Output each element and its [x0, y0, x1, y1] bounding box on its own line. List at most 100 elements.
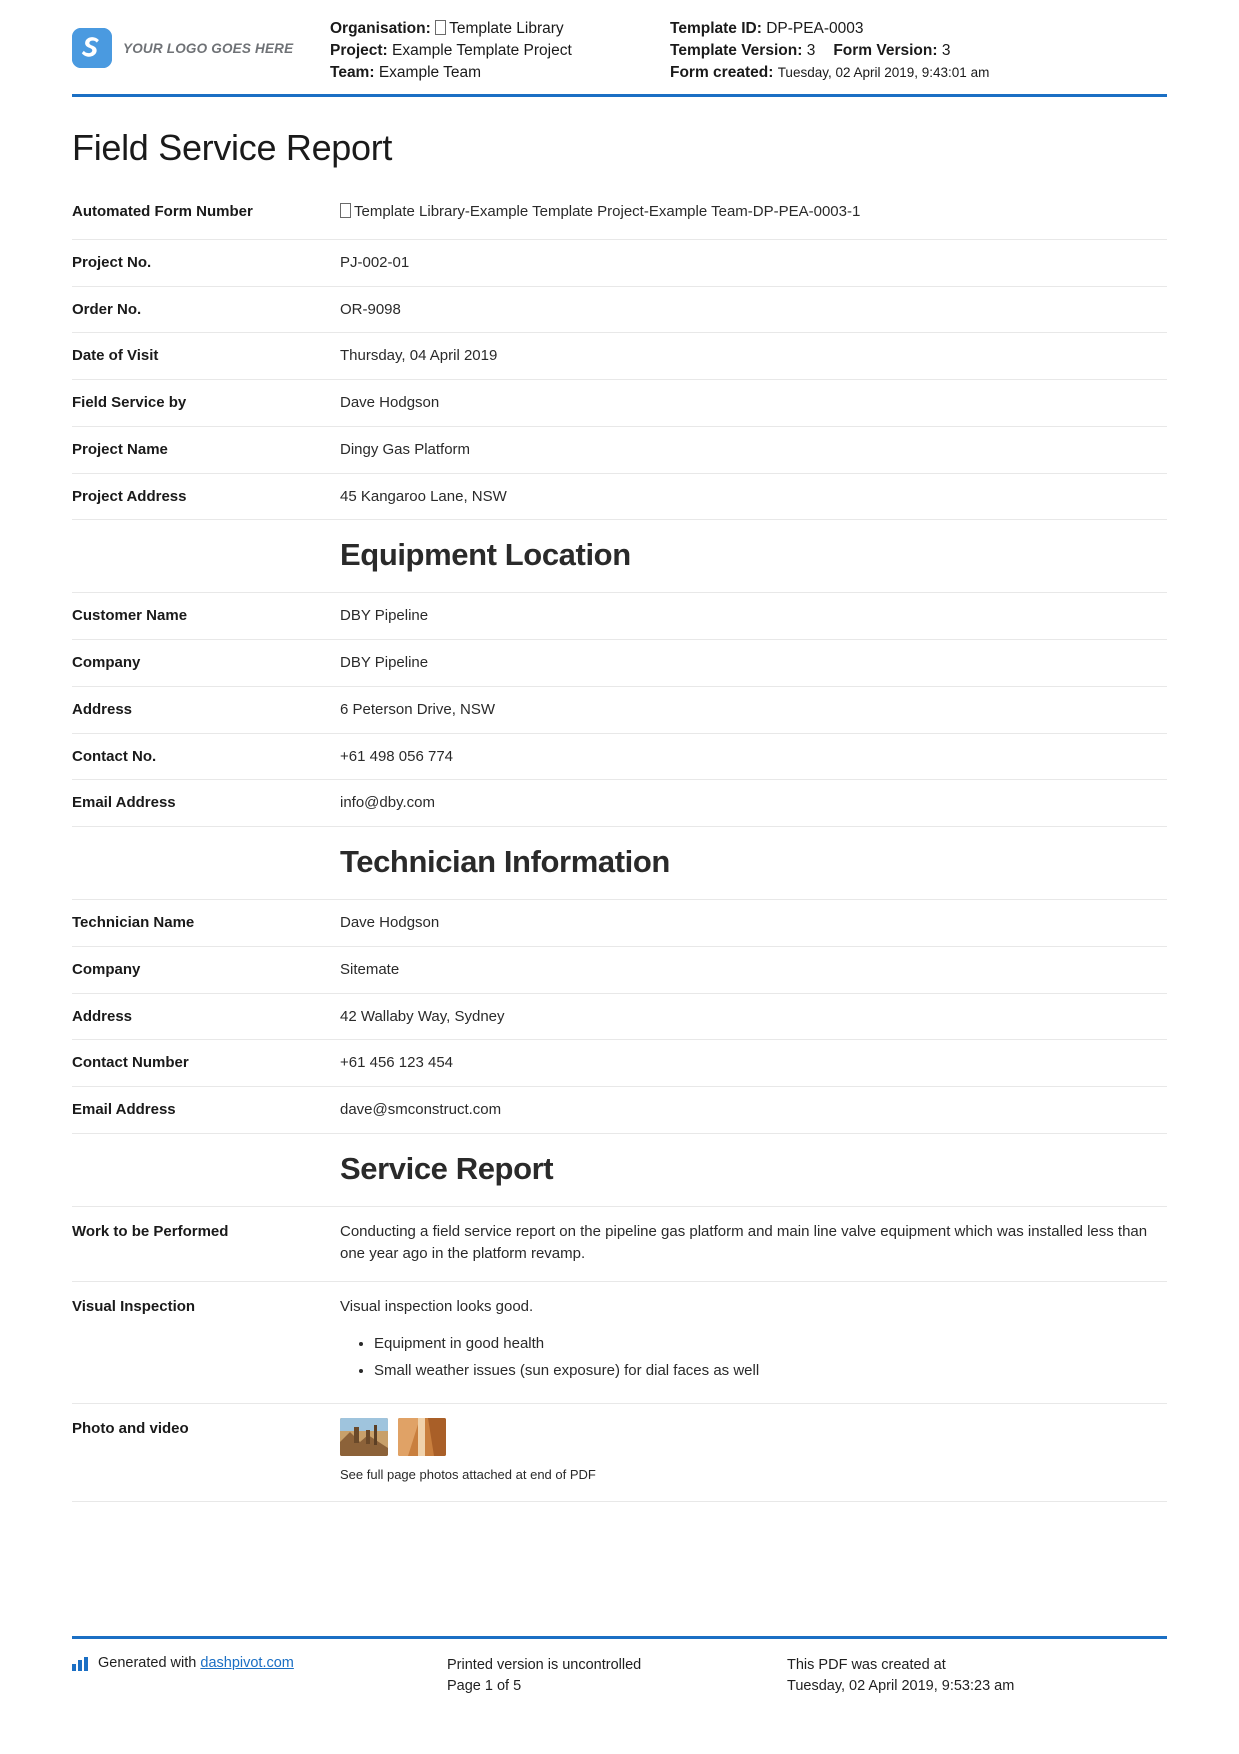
field-value: +61 498 056 774 — [340, 747, 454, 765]
table-row: Company DBY Pipeline — [72, 640, 1167, 687]
field-label: Contact No. — [72, 747, 157, 765]
table-row: Project Address 45 Kangaroo Lane, NSW — [72, 473, 1167, 520]
header-meta-left: Organisation: Template Library Project: … — [330, 18, 670, 84]
project-line: Project: Example Template Project — [330, 40, 670, 62]
table-row: Automated Form Number Template Library-E… — [72, 187, 1167, 240]
table-row: Work to be Performed Conducting a field … — [72, 1207, 1167, 1282]
field-value: Conducting a field service report on the… — [340, 1223, 1148, 1262]
team-line: Team: Example Team — [330, 62, 670, 84]
table-row: Contact Number +61 456 123 454 — [72, 1040, 1167, 1087]
footer-page-number: Page 1 of 5 — [447, 1678, 522, 1695]
section-heading-row: Equipment Location — [72, 520, 1167, 593]
field-value: Dave Hodgson — [340, 914, 440, 932]
section-heading-spacer — [72, 520, 340, 593]
document-footer: Generated with dashpivot.com Printed ver… — [72, 1635, 1167, 1699]
photo-thumbnail[interactable] — [398, 1418, 446, 1457]
field-value: dave@smconstruct.com — [340, 1101, 502, 1119]
table-row: Project Name Dingy Gas Platform — [72, 426, 1167, 473]
form-version-value: 3 — [941, 42, 951, 59]
form-version-label: Form Version: — [833, 42, 938, 59]
dashpivot-link[interactable]: dashpivot.com — [200, 1655, 294, 1671]
document-header: YOUR LOGO GOES HERE Organisation: Templa… — [72, 0, 1167, 97]
table-row: Address 6 Peterson Drive, NSW — [72, 686, 1167, 734]
field-label: Company — [72, 960, 141, 978]
table-row: Email Address dave@smconstruct.com — [72, 1087, 1167, 1134]
field-label: Field Service by — [72, 394, 187, 411]
table-row: Photo and video See full page photos att… — [72, 1404, 1167, 1502]
visual-inspection-bullets: Equipment in good health Small weather i… — [340, 1333, 1167, 1381]
missing-glyph-icon — [435, 20, 447, 35]
section-heading-spacer — [72, 827, 340, 900]
field-value: PJ-002-01 — [340, 253, 410, 271]
field-value: DBY Pipeline — [340, 654, 429, 672]
field-label: Project No. — [72, 253, 152, 271]
field-label: Visual Inspection — [72, 1297, 196, 1315]
table-row: Date of Visit Thursday, 04 April 2019 — [72, 333, 1167, 380]
field-label: Project Name — [72, 440, 168, 458]
field-value: Visual inspection looks good. Equipment … — [340, 1281, 1167, 1404]
field-value: See full page photos attached at end of … — [340, 1404, 1167, 1502]
form-created-value: Tuesday, 02 April 2019, 9:43:01 am — [777, 65, 990, 80]
report-fields-table: Automated Form Number Template Library-E… — [72, 187, 1167, 1502]
footer-print-status: Printed version is uncontrolled Page 1 o… — [447, 1655, 787, 1699]
footer-generated-label: Generated with — [98, 1654, 197, 1671]
list-item: Small weather issues (sun exposure) for … — [374, 1360, 1167, 1381]
table-row: Customer Name DBY Pipeline — [72, 593, 1167, 640]
table-row: Order No. OR-9098 — [72, 286, 1167, 333]
field-label: Address — [72, 700, 133, 718]
document-page: YOUR LOGO GOES HERE Organisation: Templa… — [0, 0, 1239, 1754]
field-label: Technician Name — [72, 914, 195, 932]
footer-created-label: This PDF was created at — [787, 1656, 946, 1673]
organisation-label: Organisation: — [330, 20, 431, 37]
form-created-line: Form created: Tuesday, 02 April 2019, 9:… — [670, 62, 1167, 84]
photo-caption: See full page photos attached at end of … — [340, 1467, 596, 1483]
company-logo-icon — [72, 28, 112, 68]
footer-created-at: This PDF was created at Tuesday, 02 Apri… — [787, 1655, 1167, 1699]
field-label: Email Address — [72, 1101, 176, 1119]
organisation-line: Organisation: Template Library — [330, 18, 670, 40]
template-id-line: Template ID: DP-PEA-0003 — [670, 18, 1167, 40]
version-line: Template Version: 3 Form Version: 3 — [670, 40, 1167, 62]
field-value: Template Library-Example Template Projec… — [340, 187, 1167, 239]
bar-chart-icon — [72, 1656, 89, 1675]
form-created-label: Form created: — [670, 64, 774, 81]
field-label: Work to be Performed — [72, 1223, 229, 1241]
field-label: Address — [72, 1007, 133, 1025]
footer-uncontrolled-text: Printed version is uncontrolled — [447, 1656, 642, 1673]
footer-created-value: Tuesday, 02 April 2019, 9:53:23 am — [787, 1678, 1015, 1695]
template-id-value: DP-PEA-0003 — [766, 20, 864, 37]
field-label: Order No. — [72, 300, 142, 318]
section-title-equipment-location: Equipment Location — [340, 537, 631, 573]
field-value: DBY Pipeline — [340, 607, 429, 625]
visual-inspection-text: Visual inspection looks good. — [340, 1297, 534, 1315]
table-row: Company Sitemate — [72, 946, 1167, 994]
field-value: info@dby.com — [340, 794, 435, 812]
project-label: Project: — [330, 42, 388, 59]
table-row: Field Service by Dave Hodgson — [72, 380, 1167, 427]
table-row: Email Address info@dby.com — [72, 780, 1167, 827]
logo-block: YOUR LOGO GOES HERE — [72, 18, 330, 68]
team-value: Example Team — [378, 64, 482, 81]
field-label: Email Address — [72, 794, 176, 812]
missing-glyph-icon — [340, 203, 351, 218]
section-title-service-report: Service Report — [340, 1150, 554, 1186]
field-value: 6 Peterson Drive, NSW — [340, 700, 496, 718]
photo-thumbnail-list — [340, 1418, 1167, 1457]
template-version-label: Template Version: — [670, 42, 803, 59]
table-row: Technician Name Dave Hodgson — [72, 900, 1167, 947]
table-row: Address 42 Wallaby Way, Sydney — [72, 993, 1167, 1040]
section-heading-spacer — [72, 1133, 340, 1206]
photo-thumbnail[interactable] — [340, 1418, 388, 1457]
field-value: Dingy Gas Platform — [340, 440, 471, 458]
template-version-value: 3 — [806, 42, 816, 59]
field-value: +61 456 123 454 — [340, 1054, 454, 1072]
team-label: Team: — [330, 64, 375, 81]
list-item: Equipment in good health — [374, 1333, 1167, 1354]
field-label: Customer Name — [72, 607, 188, 625]
section-title-technician-information: Technician Information — [340, 844, 670, 880]
field-value: 45 Kangaroo Lane, NSW — [340, 487, 507, 505]
section-heading-row: Technician Information — [72, 827, 1167, 900]
field-label: Company — [72, 654, 141, 672]
section-heading-row: Service Report — [72, 1133, 1167, 1207]
field-label: Date of Visit — [72, 347, 159, 365]
